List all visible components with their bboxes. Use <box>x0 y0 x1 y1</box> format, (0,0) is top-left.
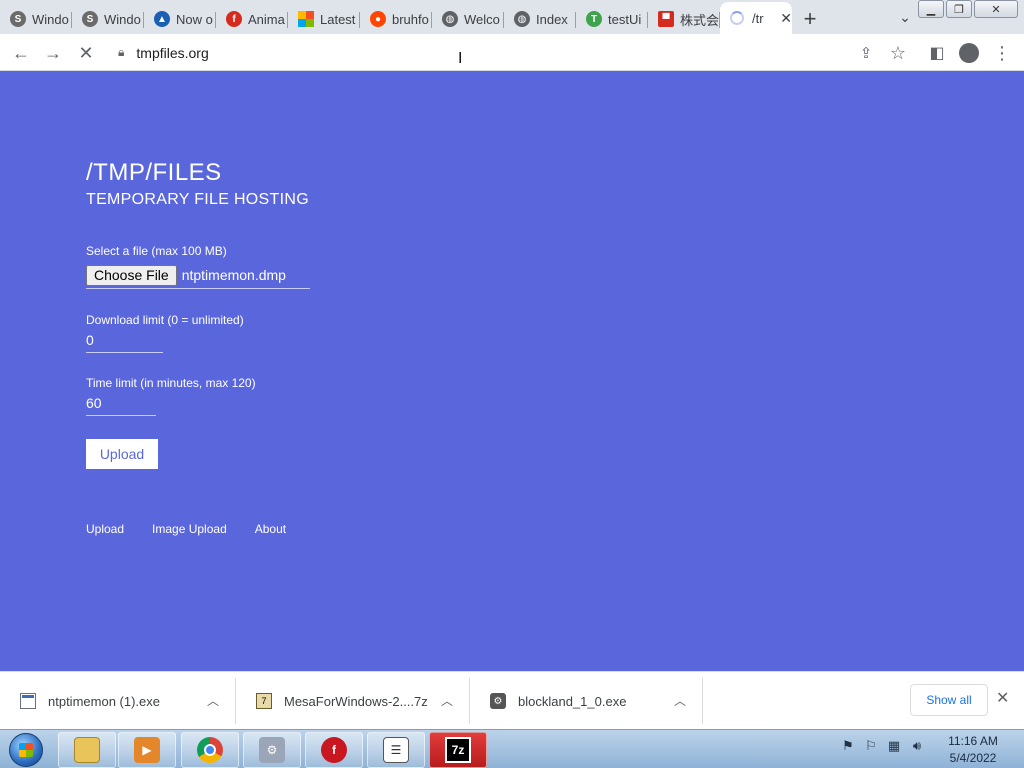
page-subtitle: TEMPORARY FILE HOSTING <box>86 191 309 208</box>
downloads-bar: ntptimemon (1).exe ︿ 7 MesaForWindows-2.… <box>0 671 1024 729</box>
control-panel-icon: ⚙ <box>259 737 285 763</box>
tab-search-chevron-icon[interactable]: ⌄ <box>894 6 916 28</box>
exe-window-icon <box>20 693 36 709</box>
s-globe-icon: S <box>82 11 98 27</box>
text-cursor-icon: I <box>458 50 463 67</box>
menu-kebab-icon[interactable]: ⋮ <box>991 42 1013 64</box>
list-document-icon: ☰ <box>383 737 409 763</box>
browser-tab[interactable]: S Windo <box>0 4 72 34</box>
new-tab-button[interactable]: + <box>792 4 828 34</box>
reddit-icon: ● <box>370 11 386 27</box>
download-limit-label: Download limit (0 = unlimited) <box>86 313 244 327</box>
taskbar-notepad[interactable]: ☰ <box>367 732 425 768</box>
browser-tab[interactable]: ◍ Index <box>504 4 576 34</box>
windows-logo-icon <box>298 11 314 27</box>
windows-taskbar: ▶ ⚙ f ☰ 7z ⚑ ⚐ ▦ 🔊︎ 11:16 AM 5/4/2022 <box>0 729 1024 768</box>
taskbar-media-player[interactable]: ▶ <box>118 732 176 768</box>
browser-tab[interactable]: S Windo <box>72 4 144 34</box>
windows-orb-icon <box>9 733 43 767</box>
clock-time: 11:16 AM <box>948 734 998 748</box>
chevron-up-icon[interactable]: ︿ <box>441 692 453 709</box>
time-limit-input[interactable]: 60 <box>86 394 156 416</box>
7z-archive-icon: 7 <box>256 693 272 709</box>
page-title: /TMP/FILES <box>86 159 222 186</box>
upload-button[interactable]: Upload <box>86 439 158 469</box>
footer-nav: Upload Image Upload About <box>86 522 286 536</box>
close-downloads-icon[interactable]: ✕ <box>996 688 1009 708</box>
arch-icon: ▲ <box>154 11 170 27</box>
show-all-button[interactable]: Show all <box>910 684 988 716</box>
loading-spinner-icon <box>730 11 744 25</box>
window-close-button[interactable]: ✕ <box>974 0 1018 18</box>
system-tray: ⚑ ⚐ ▦ 🔊︎ <box>840 738 925 754</box>
download-item[interactable]: ntptimemon (1).exe ︿ <box>0 678 236 724</box>
footer-link-upload[interactable]: Upload <box>86 522 124 536</box>
download-limit-input[interactable]: 0 <box>86 331 163 353</box>
minimize-button[interactable]: ▁ <box>918 0 944 18</box>
address-bar[interactable]: 🔒︎ tmpfiles.org <box>110 38 850 67</box>
browser-tab[interactable]: TtestUi <box>576 4 648 34</box>
side-panel-icon[interactable]: ◧ <box>926 42 948 64</box>
browser-tab[interactable]: f Anima <box>216 4 288 34</box>
browser-tab[interactable]: ◍ Welco <box>432 4 504 34</box>
browser-tab-active[interactable]: /tr ✕ <box>720 2 792 34</box>
taskbar-explorer[interactable] <box>58 732 116 768</box>
start-button[interactable] <box>6 731 46 768</box>
clock[interactable]: 11:16 AM 5/4/2022 <box>940 733 1006 767</box>
tab-strip: S Windo S Windo ▲ Now o f Anima Latest ● bruh… <box>0 0 1024 34</box>
blockland-installer-icon: ⚙ <box>490 693 506 709</box>
browser-tab[interactable]: ▀ 株式会 <box>648 4 720 34</box>
action-center-flag-icon[interactable]: ⚐ <box>863 738 879 754</box>
time-limit-label: Time limit (in minutes, max 120) <box>86 376 256 390</box>
share-icon[interactable]: ⇪ <box>855 42 877 64</box>
back-arrow-icon[interactable]: ← <box>10 42 32 64</box>
flash-icon: f <box>226 11 242 27</box>
folder-icon <box>74 737 100 763</box>
clock-date: 5/4/2022 <box>949 751 997 765</box>
volume-icon[interactable]: 🔊︎ <box>909 738 925 754</box>
flash-icon: f <box>321 737 347 763</box>
download-item[interactable]: ⚙ blockland_1_0.exe ︿ <box>470 678 703 724</box>
taskbar-control-panel[interactable]: ⚙ <box>243 732 301 768</box>
file-input[interactable]: Choose File ntptimemon.dmp <box>86 262 310 289</box>
media-player-icon: ▶ <box>134 737 160 763</box>
window-controls: ▁ ❐ ✕ <box>918 0 1018 18</box>
selected-file-name: ntptimemon.dmp <box>181 267 286 283</box>
browser-toolbar: ← → ✕ 🔒︎ tmpfiles.org ⇪ ☆ ◧ ⋮ <box>0 34 1024 71</box>
taskbar-flash[interactable]: f <box>305 732 363 768</box>
profile-avatar-icon[interactable] <box>958 42 980 64</box>
browser-tab[interactable]: Latest <box>288 4 360 34</box>
restore-button[interactable]: ❐ <box>946 0 972 18</box>
invader-icon: ▀ <box>658 11 674 27</box>
lock-icon[interactable]: 🔒︎ <box>118 45 124 60</box>
t-icon: T <box>586 11 602 27</box>
chevron-up-icon[interactable]: ︿ <box>674 692 686 709</box>
bookmark-star-icon[interactable]: ☆ <box>887 42 909 64</box>
defender-icon[interactable]: ⚑ <box>840 738 856 754</box>
footer-link-image-upload[interactable]: Image Upload <box>152 522 227 536</box>
network-icon[interactable]: ▦ <box>886 738 902 754</box>
globe-icon: ◍ <box>442 11 458 27</box>
taskbar-chrome[interactable] <box>181 732 239 768</box>
browser-tab[interactable]: ▲ Now o <box>144 4 216 34</box>
url-text: tmpfiles.org <box>136 44 209 61</box>
7zip-icon: 7z <box>445 737 471 763</box>
page-content: /TMP/FILES TEMPORARY FILE HOSTING Select… <box>0 71 1024 670</box>
browser-tab[interactable]: ● bruhfo <box>360 4 432 34</box>
footer-link-about[interactable]: About <box>255 522 286 536</box>
stop-loading-icon[interactable]: ✕ <box>75 42 97 64</box>
taskbar-7zip[interactable]: 7z <box>429 732 487 768</box>
s-globe-icon: S <box>10 11 26 27</box>
tab-close-icon[interactable]: ✕ <box>780 10 792 27</box>
download-item[interactable]: 7 MesaForWindows-2....7z ︿ <box>236 678 470 724</box>
forward-arrow-icon[interactable]: → <box>42 42 64 64</box>
chevron-up-icon[interactable]: ︿ <box>207 692 219 709</box>
chrome-icon <box>197 737 223 763</box>
file-label: Select a file (max 100 MB) <box>86 244 227 258</box>
choose-file-button[interactable]: Choose File <box>86 264 177 286</box>
globe-icon: ◍ <box>514 11 530 27</box>
